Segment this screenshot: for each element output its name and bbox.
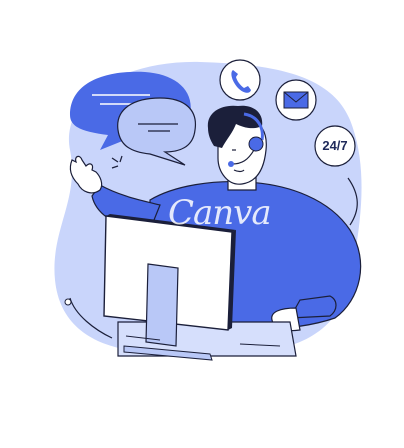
- canva-watermark: Canva: [168, 193, 272, 233]
- support-illustration: 24/7 Canva: [0, 0, 404, 448]
- monitor-stand: [145, 263, 179, 347]
- phone-icon: [219, 59, 261, 101]
- 24-7-badge-label: 24/7: [322, 138, 348, 153]
- mail-icon: [275, 79, 317, 121]
